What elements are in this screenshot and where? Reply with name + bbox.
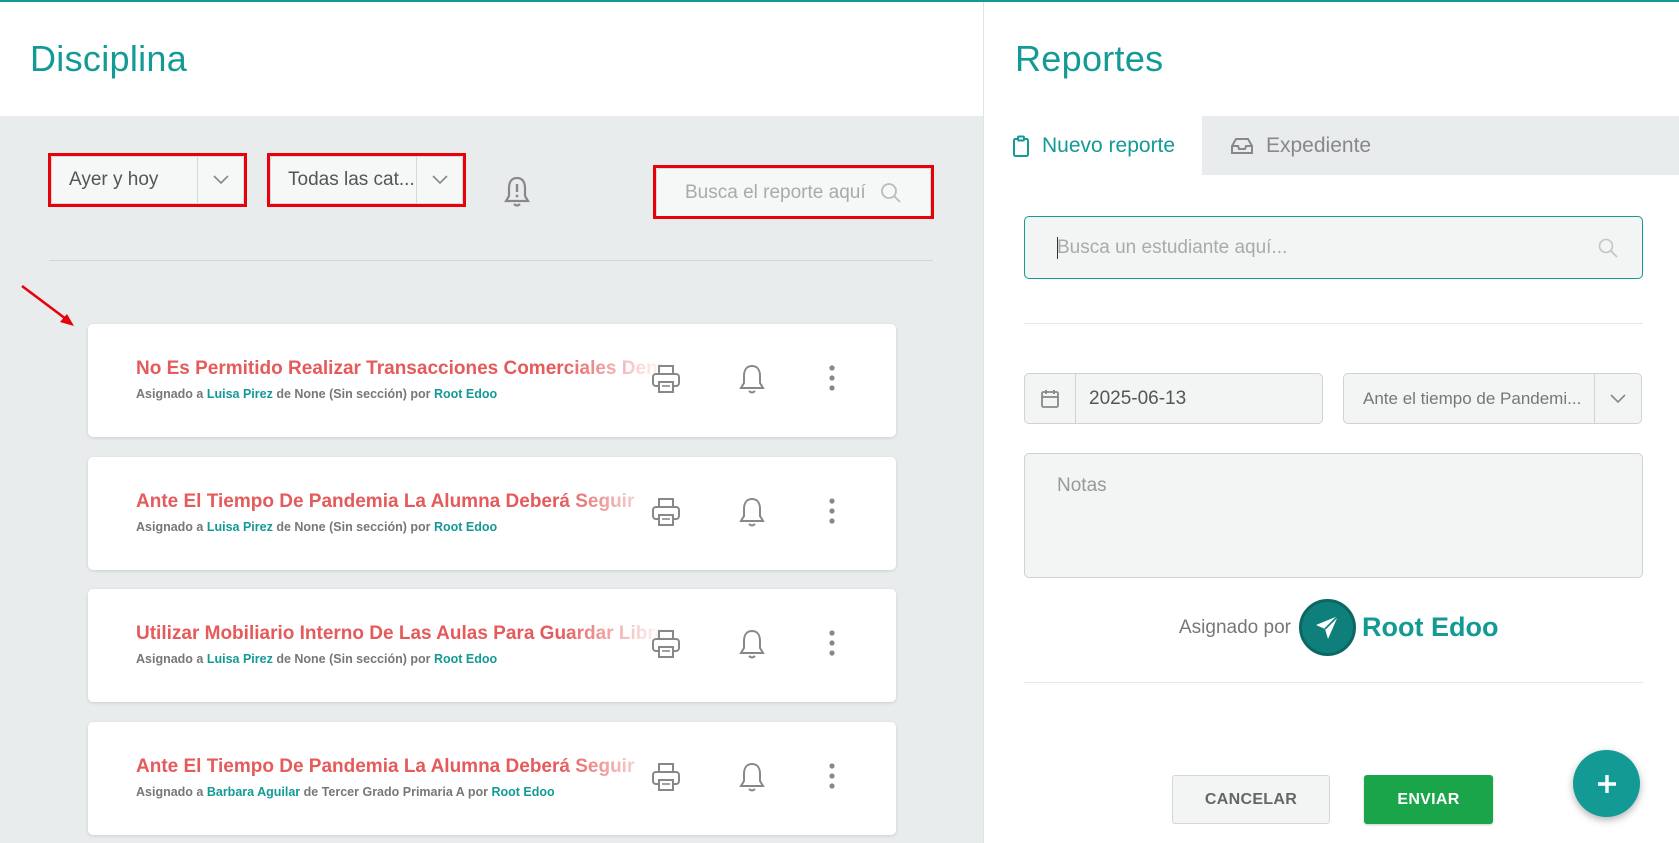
date-field[interactable]: 2025-06-13 bbox=[1024, 373, 1323, 424]
more-vert-icon[interactable] bbox=[828, 364, 836, 397]
report-meta: Asignado a Luisa Pirez de None (Sin secc… bbox=[136, 520, 497, 534]
student-link[interactable]: Luisa Pirez bbox=[207, 520, 273, 534]
report-card[interactable]: No Es Permitido Realizar Transacciones C… bbox=[88, 324, 896, 437]
date-value: 2025-06-13 bbox=[1089, 387, 1187, 409]
tab-label: Expediente bbox=[1266, 133, 1372, 157]
tab-record[interactable]: Expediente bbox=[1202, 116, 1402, 175]
student-link[interactable]: Barbara Aguilar bbox=[207, 785, 300, 799]
bell-icon[interactable] bbox=[739, 762, 765, 797]
clipboard-icon bbox=[1013, 135, 1029, 157]
student-search-input[interactable] bbox=[1057, 236, 1577, 259]
notes-textarea[interactable] bbox=[1025, 454, 1642, 577]
section-text: de None (Sin sección) por bbox=[272, 387, 434, 401]
more-vert-icon[interactable] bbox=[828, 629, 836, 662]
notes-field[interactable] bbox=[1024, 453, 1643, 578]
calendar-icon[interactable] bbox=[1025, 374, 1076, 423]
discipline-panel: Disciplina Ayer y hoy Todas las cat... B… bbox=[0, 2, 983, 843]
print-icon[interactable] bbox=[651, 762, 681, 797]
section-text: de None (Sin sección) por bbox=[272, 520, 434, 534]
assigned-prefix: Asignado a bbox=[136, 785, 207, 799]
author-link[interactable]: Root Edoo bbox=[491, 785, 554, 799]
category-value: Ante el tiempo de Pandemi... bbox=[1363, 388, 1582, 408]
highlight-box bbox=[267, 153, 466, 207]
avatar bbox=[1298, 599, 1356, 656]
discipline-header: Disciplina bbox=[0, 2, 983, 116]
category-select[interactable]: Ante el tiempo de Pandemi... bbox=[1343, 373, 1642, 424]
bell-icon[interactable] bbox=[739, 497, 765, 532]
student-link[interactable]: Luisa Pirez bbox=[207, 387, 273, 401]
report-meta: Asignado a Luisa Pirez de None (Sin secc… bbox=[136, 652, 497, 666]
author-link[interactable]: Root Edoo bbox=[434, 652, 497, 666]
divider bbox=[49, 260, 933, 261]
assigned-by: Asignado por Root Edoo bbox=[1179, 599, 1498, 656]
assigned-by-name: Root Edoo bbox=[1361, 612, 1499, 642]
cancel-button[interactable]: CANCELAR bbox=[1172, 775, 1330, 824]
chevron-down-icon bbox=[1594, 374, 1641, 423]
student-search-field[interactable] bbox=[1024, 216, 1643, 279]
page-title: Disciplina bbox=[30, 38, 188, 79]
report-card[interactable]: Utilizar Mobiliario Interno De Las Aulas… bbox=[88, 589, 896, 702]
divider bbox=[1024, 323, 1643, 324]
panel-title: Reportes bbox=[1015, 38, 1164, 79]
report-title[interactable]: Ante El Tiempo De Pandemia La Alumna Deb… bbox=[136, 756, 666, 778]
report-title[interactable]: No Es Permitido Realizar Transacciones C… bbox=[136, 358, 666, 380]
tab-label: Nuevo reporte bbox=[1042, 133, 1176, 157]
assigned-prefix: Asignado a bbox=[136, 520, 207, 534]
author-link[interactable]: Root Edoo bbox=[434, 387, 497, 401]
alert-bell-icon[interactable] bbox=[504, 176, 530, 213]
tab-new-report[interactable]: Nuevo reporte bbox=[984, 116, 1202, 175]
bell-icon[interactable] bbox=[739, 364, 765, 399]
report-card[interactable]: Ante El Tiempo De Pandemia La Alumna Deb… bbox=[88, 722, 896, 835]
assigned-by-label: Asignado por bbox=[1179, 616, 1291, 638]
print-icon[interactable] bbox=[651, 497, 681, 532]
plus-icon bbox=[1597, 774, 1616, 793]
reports-panel: Reportes Nuevo reporte Expediente 2025-0… bbox=[983, 2, 1679, 843]
inbox-icon bbox=[1231, 137, 1253, 154]
highlight-box bbox=[653, 165, 934, 219]
more-vert-icon[interactable] bbox=[828, 762, 836, 795]
more-vert-icon[interactable] bbox=[828, 497, 836, 530]
report-tabs: Nuevo reporte Expediente bbox=[984, 116, 1679, 175]
report-meta: Asignado a Barbara Aguilar de Tercer Gra… bbox=[136, 785, 555, 799]
annotation-arrow-icon bbox=[21, 284, 74, 326]
add-button[interactable] bbox=[1573, 750, 1640, 817]
report-title[interactable]: Utilizar Mobiliario Interno De Las Aulas… bbox=[136, 623, 666, 645]
send-button[interactable]: ENVIAR bbox=[1364, 775, 1493, 824]
divider bbox=[1024, 682, 1643, 683]
student-link[interactable]: Luisa Pirez bbox=[207, 652, 273, 666]
author-link[interactable]: Root Edoo bbox=[434, 520, 497, 534]
paper-plane-icon bbox=[1316, 614, 1340, 639]
section-text: de Tercer Grado Primaria A por bbox=[300, 785, 492, 799]
search-icon bbox=[1598, 238, 1618, 263]
text-cursor bbox=[1057, 237, 1058, 259]
bell-icon[interactable] bbox=[739, 629, 765, 664]
print-icon[interactable] bbox=[651, 364, 681, 399]
report-title[interactable]: Ante El Tiempo De Pandemia La Alumna Deb… bbox=[136, 491, 666, 513]
highlight-box bbox=[48, 153, 247, 207]
print-icon[interactable] bbox=[651, 629, 681, 664]
assigned-prefix: Asignado a bbox=[136, 387, 207, 401]
report-meta: Asignado a Luisa Pirez de None (Sin secc… bbox=[136, 387, 497, 401]
report-card[interactable]: Ante El Tiempo De Pandemia La Alumna Deb… bbox=[88, 457, 896, 570]
assigned-prefix: Asignado a bbox=[136, 652, 207, 666]
section-text: de None (Sin sección) por bbox=[272, 652, 434, 666]
